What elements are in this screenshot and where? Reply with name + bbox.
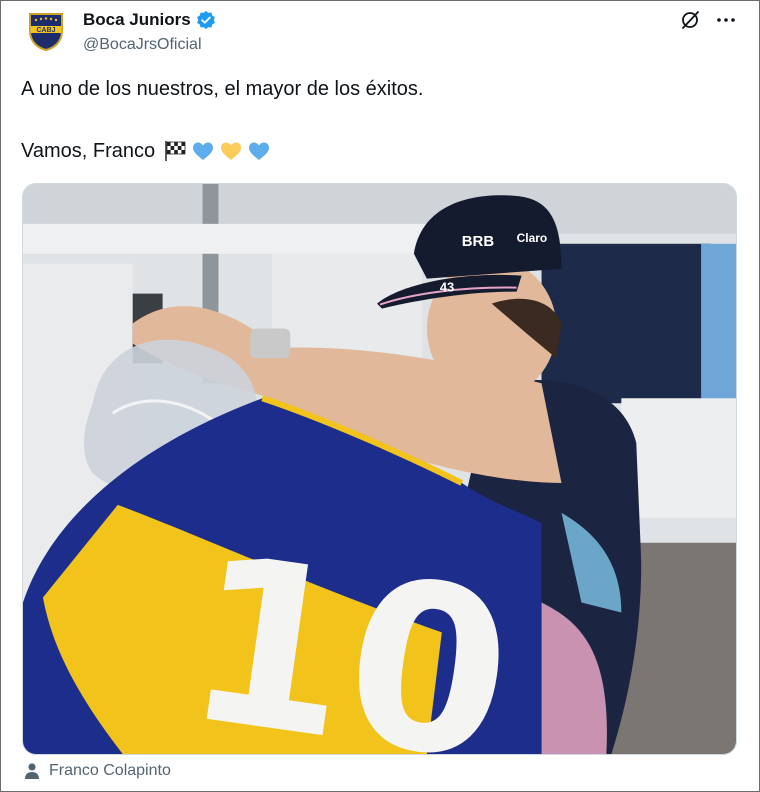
- chequered-flag-emoji: [163, 139, 187, 163]
- jersey-number: 10: [172, 505, 525, 754]
- yellow-heart-emoji: [219, 139, 243, 163]
- display-name[interactable]: Boca Juniors: [83, 10, 191, 30]
- tagged-user-label[interactable]: Franco Colapinto: [49, 762, 171, 780]
- grok-icon[interactable]: [679, 9, 701, 31]
- tweet-photo[interactable]: BRB Claro 43 10: [22, 183, 737, 755]
- boca-juniors-crest-icon: CABJ: [29, 13, 63, 52]
- cap-number-text: 43: [440, 280, 454, 295]
- avatar[interactable]: CABJ: [27, 11, 65, 52]
- tweet-card[interactable]: CABJ Boca Juniors @BocaJrsOficial A uno …: [0, 0, 760, 792]
- cap-sponsor-2-text: Claro: [517, 231, 548, 245]
- tweet-text-line-2: Vamos, Franco: [21, 139, 156, 162]
- photo-illustration: BRB Claro 43 10: [23, 184, 736, 754]
- crest-text: CABJ: [36, 27, 55, 34]
- blue-heart-emoji: [191, 139, 215, 163]
- tweet-text-line-1: A uno de los nuestros, el mayor de los é…: [21, 78, 424, 100]
- tweet-text-line-2-row: Vamos, Franco: [21, 139, 271, 163]
- tagged-user[interactable]: Franco Colapinto: [23, 762, 171, 780]
- more-options-icon[interactable]: [715, 9, 737, 31]
- person-icon: [23, 762, 41, 780]
- verified-badge-icon: [196, 10, 216, 30]
- blue-heart-emoji: [247, 139, 271, 163]
- cap-sponsor-text: BRB: [462, 233, 495, 250]
- user-handle[interactable]: @BocaJrsOficial: [83, 36, 202, 54]
